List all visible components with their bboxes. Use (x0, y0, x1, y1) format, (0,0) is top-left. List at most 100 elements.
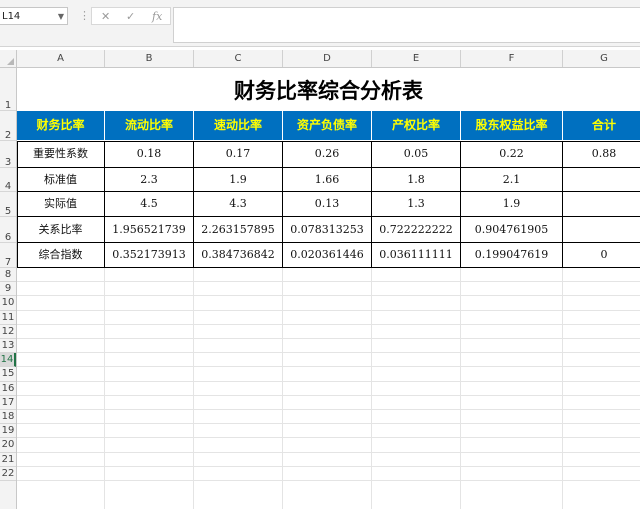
data-cell[interactable]: 0.22 (461, 141, 563, 168)
chevron-down-icon[interactable]: ▼ (58, 8, 64, 26)
data-cell[interactable]: 0.904761905 (461, 217, 563, 243)
row-header-8[interactable]: 8 (0, 268, 16, 283)
column-header-g[interactable]: G (563, 50, 640, 67)
data-cell[interactable] (563, 168, 640, 192)
gridline (17, 480, 640, 481)
data-cell[interactable] (563, 192, 640, 217)
column-header-d[interactable]: D (283, 50, 372, 67)
row-header-15[interactable]: 15 (0, 367, 16, 382)
name-box[interactable]: L14 ▼ (0, 7, 68, 25)
row-header-1[interactable]: 1 (0, 68, 16, 111)
data-cell[interactable]: 0.13 (283, 192, 372, 217)
vertical-dots-icon: ⋮ (79, 9, 90, 22)
data-cell[interactable] (563, 217, 640, 243)
data-cell[interactable]: 4.5 (105, 192, 194, 217)
header-cell[interactable]: 速动比率 (194, 111, 283, 141)
data-cell[interactable]: 0.88 (563, 141, 640, 168)
row-header-bar: 1 2 3 4 5 6 7 8 9 10 11 12 13 14 15 16 17 18 19 20 21 22 (0, 68, 17, 509)
row-header-2[interactable]: 2 (0, 111, 16, 141)
column-header-f[interactable]: F (461, 50, 563, 67)
header-cell[interactable]: 资产负债率 (283, 111, 372, 141)
row-label-cell[interactable]: 综合指数 (17, 243, 105, 268)
row-header-7[interactable]: 7 (0, 243, 16, 268)
row-header-17[interactable]: 17 (0, 396, 16, 410)
sheet-grid[interactable]: 财务比率综合分析表 财务比率 流动比率 速动比率 资产负债率 产权比率 股东权益比率 合计重要… (17, 68, 640, 509)
data-cell[interactable]: 0.199047619 (461, 243, 563, 268)
header-cell[interactable]: 股东权益比率 (461, 111, 563, 141)
header-cell[interactable]: 财务比率 (17, 111, 105, 141)
data-cell[interactable]: 1.956521739 (105, 217, 194, 243)
gridline (17, 423, 640, 425)
gridline (17, 451, 640, 453)
column-header-e[interactable]: E (372, 50, 461, 67)
gridline (17, 295, 640, 297)
gridline (17, 437, 640, 439)
data-cell[interactable]: 1.3 (372, 192, 461, 217)
gridline (17, 309, 640, 311)
data-cell[interactable]: 0.05 (372, 141, 461, 168)
gridline (17, 380, 640, 382)
row-header-19[interactable]: 19 (0, 424, 16, 439)
column-header-b[interactable]: B (105, 50, 194, 67)
gridline (17, 281, 640, 283)
gridline (17, 465, 640, 467)
row-header-10[interactable]: 10 (0, 296, 16, 311)
row-header-5[interactable]: 5 (0, 192, 16, 217)
data-cell[interactable]: 0.036111111 (372, 243, 461, 268)
header-cell[interactable]: 产权比率 (372, 111, 461, 141)
gridline (17, 366, 640, 368)
row-header-9[interactable]: 9 (0, 282, 16, 297)
data-cell[interactable]: 2.1 (461, 168, 563, 192)
data-cell[interactable]: 0.384736842 (194, 243, 283, 268)
row-header-14[interactable]: 14 (0, 353, 16, 368)
data-cell[interactable]: 0.18 (105, 141, 194, 168)
enter-icon[interactable]: ✓ (126, 10, 135, 23)
data-cell[interactable]: 2.263157895 (194, 217, 283, 243)
gridline (17, 338, 640, 339)
data-cell[interactable]: 0.078313253 (283, 217, 372, 243)
row-header-18[interactable]: 18 (0, 410, 16, 425)
formula-input[interactable] (173, 7, 640, 43)
row-label-cell[interactable]: 实际值 (17, 192, 105, 217)
formula-buttons: ✕ ✓ fx (91, 7, 171, 25)
data-cell[interactable]: 1.9 (461, 192, 563, 217)
data-cell[interactable]: 1.8 (372, 168, 461, 192)
insert-function-icon[interactable]: fx (152, 10, 162, 23)
data-cell[interactable]: 1.66 (283, 168, 372, 192)
formula-bar: L14 ▼ ⋮ ✕ ✓ fx (0, 0, 640, 47)
row-header-13[interactable]: 13 (0, 339, 16, 354)
row-header-22[interactable]: 22 (0, 467, 16, 481)
row-header-3[interactable]: 3 (0, 141, 16, 168)
row-label-cell[interactable]: 关系比率 (17, 217, 105, 243)
column-header-c[interactable]: C (194, 50, 283, 67)
row-header-11[interactable]: 11 (0, 311, 16, 325)
header-cell[interactable]: 合计 (563, 111, 640, 141)
column-header-a[interactable]: A (17, 50, 105, 67)
data-cell[interactable]: 0 (563, 243, 640, 268)
column-header-bar: ABCDEFG (0, 50, 640, 68)
data-cell[interactable]: 0.020361446 (283, 243, 372, 268)
row-label-cell[interactable]: 标准值 (17, 168, 105, 192)
data-cell[interactable]: 0.26 (283, 141, 372, 168)
header-cell[interactable]: 流动比率 (105, 111, 194, 141)
data-cell[interactable]: 2.3 (105, 168, 194, 192)
select-all-button[interactable] (0, 50, 17, 67)
sheet-title[interactable]: 财务比率综合分析表 (17, 68, 640, 111)
gridline (17, 323, 640, 325)
data-cell[interactable]: 4.3 (194, 192, 283, 217)
gridline (17, 352, 640, 354)
row-header-20[interactable]: 20 (0, 438, 16, 453)
row-label-cell[interactable]: 重要性系数 (17, 141, 105, 168)
row-header-6[interactable]: 6 (0, 217, 16, 243)
row-header-16[interactable]: 16 (0, 382, 16, 396)
cancel-icon[interactable]: ✕ (101, 10, 110, 23)
data-cell[interactable]: 0.17 (194, 141, 283, 168)
data-cell[interactable]: 0.722222222 (372, 217, 461, 243)
data-cell[interactable]: 1.9 (194, 168, 283, 192)
row-header-4[interactable]: 4 (0, 168, 16, 192)
gridline (17, 394, 640, 396)
data-cell[interactable]: 0.352173913 (105, 243, 194, 268)
row-header-12[interactable]: 12 (0, 325, 16, 339)
gridline (17, 409, 640, 410)
row-header-21[interactable]: 21 (0, 453, 16, 467)
